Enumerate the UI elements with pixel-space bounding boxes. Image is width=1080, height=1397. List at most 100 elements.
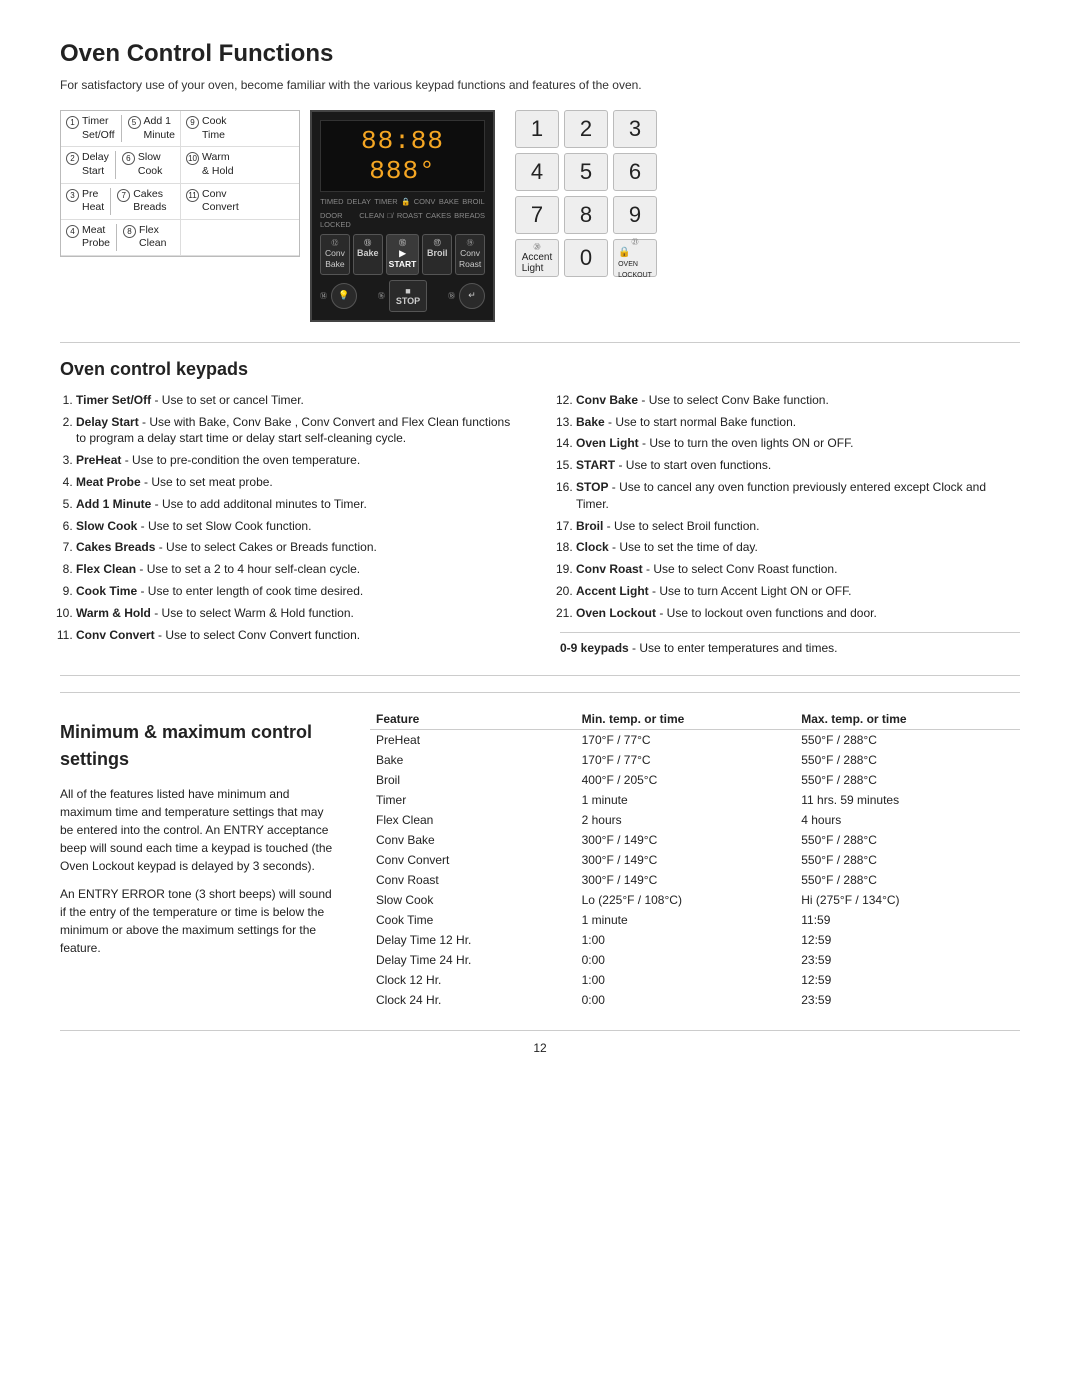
list-item-12: Conv Bake - Use to select Conv Bake func… <box>576 392 1020 409</box>
table-cell: Conv Roast <box>370 870 576 890</box>
list-item-4: Meat Probe - Use to set meat probe. <box>76 474 520 491</box>
table-row: Delay Time 24 Hr.0:0023:59 <box>370 950 1020 970</box>
accent-light-key[interactable]: ⑳ AccentLight <box>515 239 559 277</box>
kp-cell-9: 9 Cook Time <box>181 111 299 147</box>
table-cell: Conv Bake <box>370 830 576 850</box>
list-item-15: START - Use to start oven functions. <box>576 457 1020 474</box>
key-9[interactable]: 9 <box>613 196 657 234</box>
top-btn-row: ⑫ConvBake ⑬Bake ⑮▶START ⑰Broil ⑲ConvRoas… <box>320 234 485 275</box>
kp-num-8: 8 <box>123 225 136 238</box>
minmax-table: Feature Min. temp. or time Max. temp. or… <box>370 709 1020 1010</box>
keypads-right-col: Conv Bake - Use to select Conv Bake func… <box>560 392 1020 655</box>
kp-num-7: 7 <box>117 189 130 202</box>
stop-button[interactable]: ■STOP <box>389 280 427 312</box>
key-8[interactable]: 8 <box>564 196 608 234</box>
key-0[interactable]: 0 <box>564 239 608 277</box>
display-indicators: TIMED DELAY TIMER 🔒 CONV BAKE BROIL <box>320 197 485 206</box>
table-row: Conv Convert300°F / 149°C550°F / 288°C <box>370 850 1020 870</box>
key-3[interactable]: 3 <box>613 110 657 148</box>
table-row: Cook Time1 minute11:59 <box>370 910 1020 930</box>
table-cell: 0:00 <box>576 990 796 1010</box>
conv-bake-button[interactable]: ⑫ConvBake <box>320 234 350 275</box>
keypads-section-title: Oven control keypads <box>60 359 1020 380</box>
oven-lockout-key[interactable]: ㉑ 🔒OVENLOCKOUT <box>613 239 657 277</box>
list-item-3: PreHeat - Use to pre-condition the oven … <box>76 452 520 469</box>
minmax-para-1: All of the features listed have minimum … <box>60 785 340 875</box>
table-cell: 550°F / 288°C <box>795 850 1020 870</box>
table-cell: 550°F / 288°C <box>795 870 1020 890</box>
keypads-left-list: Timer Set/Off - Use to set or cancel Tim… <box>60 392 520 644</box>
kp-num-10: 10 <box>186 152 199 165</box>
table-cell: Timer <box>370 790 576 810</box>
table-row: Bake170°F / 77°C550°F / 288°C <box>370 750 1020 770</box>
table-cell: Lo (225°F / 108°C) <box>576 890 796 910</box>
kp-cell-3: 3 Pre Heat 7 Cakes Breads <box>61 184 181 220</box>
bake-button[interactable]: ⑬Bake <box>353 234 383 275</box>
list-item-11: Conv Convert - Use to select Conv Conver… <box>76 627 520 644</box>
table-cell: PreHeat <box>370 729 576 750</box>
start-button[interactable]: ⑮▶START <box>386 234 420 275</box>
kp-cell-10: 10 Warm & Hold <box>181 147 299 183</box>
list-item-21: Oven Lockout - Use to lockout oven funct… <box>576 605 1020 622</box>
table-cell: 550°F / 288°C <box>795 729 1020 750</box>
col-feature: Feature <box>370 709 576 730</box>
light-button[interactable]: 💡 <box>331 283 357 309</box>
list-item-20: Accent Light - Use to turn Accent Light … <box>576 583 1020 600</box>
broil-button[interactable]: ⑰Broil <box>422 234 452 275</box>
table-row: Broil400°F / 205°C550°F / 288°C <box>370 770 1020 790</box>
key-5[interactable]: 5 <box>564 153 608 191</box>
table-cell: 170°F / 77°C <box>576 750 796 770</box>
key-1[interactable]: 1 <box>515 110 559 148</box>
kp-cell-2: 2 Delay Start 6 Slow Cook <box>61 147 181 183</box>
display-indicators-2: DOOR LOCKED CLEAN □/ ROAST CAKES BREADS <box>320 211 485 229</box>
number-keypad: 1 2 3 4 5 6 7 8 9 ⑳ AccentLight 0 ㉑ 🔒OVE… <box>515 110 657 277</box>
table-cell: Slow Cook <box>370 890 576 910</box>
list-item-19: Conv Roast - Use to select Conv Roast fu… <box>576 561 1020 578</box>
col-min: Min. temp. or time <box>576 709 796 730</box>
table-cell: Bake <box>370 750 576 770</box>
kp-num-9: 9 <box>186 116 199 129</box>
table-cell: 12:59 <box>795 930 1020 950</box>
table-row: Slow CookLo (225°F / 108°C)Hi (275°F / 1… <box>370 890 1020 910</box>
table-cell: 23:59 <box>795 950 1020 970</box>
clock-button[interactable]: ↵ <box>459 283 485 309</box>
table-cell: 170°F / 77°C <box>576 729 796 750</box>
table-cell: Delay Time 12 Hr. <box>370 930 576 950</box>
zero-note: 0-9 keypads - Use to enter temperatures … <box>560 632 1020 655</box>
key-4[interactable]: 4 <box>515 153 559 191</box>
table-cell: 1 minute <box>576 790 796 810</box>
list-item-13: Bake - Use to start normal Bake function… <box>576 414 1020 431</box>
key-6[interactable]: 6 <box>613 153 657 191</box>
table-cell: Flex Clean <box>370 810 576 830</box>
minmax-title: Minimum & maximum control settings <box>60 719 340 773</box>
kp-cell-4: 4 Meat Probe 8 Flex Clean <box>61 220 181 256</box>
minmax-section: Minimum & maximum control settings All o… <box>60 692 1020 1010</box>
table-row: Conv Bake300°F / 149°C550°F / 288°C <box>370 830 1020 850</box>
table-cell: 12:59 <box>795 970 1020 990</box>
table-cell: 550°F / 288°C <box>795 770 1020 790</box>
list-item-1: Timer Set/Off - Use to set or cancel Tim… <box>76 392 520 409</box>
table-cell: Broil <box>370 770 576 790</box>
keypads-right-list: Conv Bake - Use to select Conv Bake func… <box>560 392 1020 622</box>
table-cell: Hi (275°F / 134°C) <box>795 890 1020 910</box>
list-item-7: Cakes Breads - Use to select Cakes or Br… <box>76 539 520 556</box>
table-cell: Delay Time 24 Hr. <box>370 950 576 970</box>
table-cell: Clock 12 Hr. <box>370 970 576 990</box>
table-row: PreHeat170°F / 77°C550°F / 288°C <box>370 729 1020 750</box>
table-cell: 2 hours <box>576 810 796 830</box>
key-2[interactable]: 2 <box>564 110 608 148</box>
table-cell: 300°F / 149°C <box>576 830 796 850</box>
table-cell: 23:59 <box>795 990 1020 1010</box>
keypad-grid: 1 Timer Set/Off 5 Add 1 Minute 9 Cook Ti… <box>60 110 300 257</box>
minmax-text: Minimum & maximum control settings All o… <box>60 709 340 1010</box>
table-cell: 1:00 <box>576 970 796 990</box>
conv-roast-button[interactable]: ⑲ConvRoast <box>455 234 485 275</box>
table-cell: 550°F / 288°C <box>795 830 1020 850</box>
table-cell: 300°F / 149°C <box>576 870 796 890</box>
list-item-2: Delay Start - Use with Bake, Conv Bake ,… <box>76 414 520 448</box>
key-7[interactable]: 7 <box>515 196 559 234</box>
kp-num-11: 11 <box>186 189 199 202</box>
segment-display: 88:88 888° <box>320 120 485 192</box>
keypads-left-col: Timer Set/Off - Use to set or cancel Tim… <box>60 392 520 655</box>
table-cell: 11 hrs. 59 minutes <box>795 790 1020 810</box>
